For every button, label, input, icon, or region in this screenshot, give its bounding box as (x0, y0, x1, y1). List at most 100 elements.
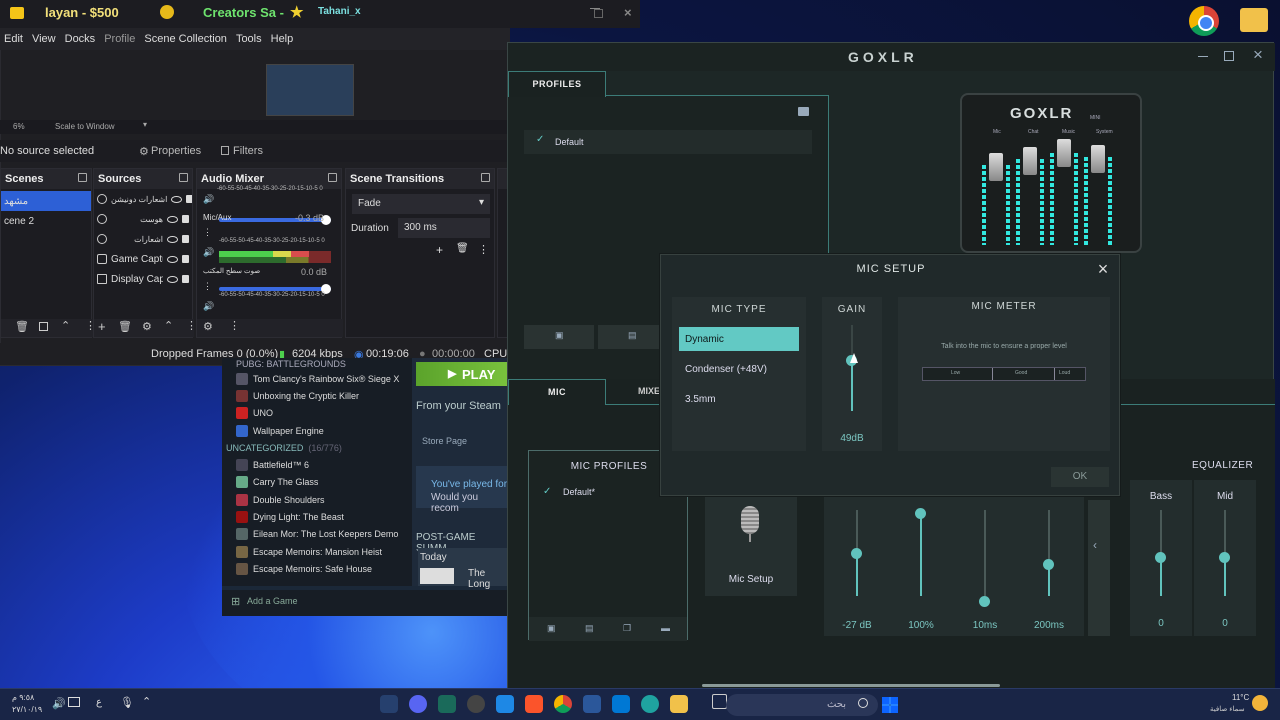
lock-icon[interactable] (186, 195, 192, 203)
gear-icon[interactable]: ⚙ (142, 320, 152, 333)
remove-icon[interactable]: 🗑 (15, 320, 29, 333)
game-item[interactable]: PUBG: BATTLEGROUNDS (222, 358, 412, 370)
eye-icon[interactable] (167, 235, 178, 243)
tab-profiles[interactable]: PROFILES (508, 71, 606, 97)
close-icon[interactable]: × (1253, 45, 1263, 65)
dock-icon[interactable] (179, 173, 188, 182)
dock-icon[interactable] (328, 173, 337, 182)
scroll-left-button[interactable]: ‹ (1088, 500, 1110, 636)
eye-icon[interactable] (167, 255, 178, 263)
chrome-desktop-icon[interactable] (1189, 6, 1219, 36)
menu-help[interactable]: Help (267, 28, 299, 50)
chevron-down-icon[interactable]: ▾ (143, 120, 147, 129)
maximize-icon[interactable] (594, 9, 603, 18)
mic-type-option[interactable]: Dynamic (679, 327, 799, 351)
edge-taskbar-icon[interactable] (641, 695, 659, 713)
speaker-icon[interactable]: 🔊 (203, 247, 214, 258)
menu-view[interactable]: View (28, 28, 61, 50)
goxlr-taskbar-icon[interactable] (438, 695, 456, 713)
mic-setup-button[interactable]: Mic Setup (705, 496, 797, 596)
scale-select[interactable]: Scale to Window (55, 122, 115, 131)
filters-button[interactable]: Filters (233, 145, 263, 157)
source-item[interactable]: Game Capture (94, 249, 192, 269)
store-taskbar-icon[interactable] (612, 695, 630, 713)
moon-icon[interactable] (1252, 695, 1268, 711)
up-icon[interactable]: ⌃ (164, 319, 173, 332)
add-icon[interactable]: + (436, 243, 443, 257)
attack-slider-track[interactable] (984, 510, 986, 596)
play-button[interactable]: ▶ PLAY (416, 362, 508, 386)
eq-slider-knob[interactable] (1219, 552, 1230, 563)
new-profile-button[interactable]: ▤ (598, 325, 668, 349)
release-slider-knob[interactable] (1043, 559, 1054, 570)
source-item[interactable]: هوست (94, 209, 192, 229)
menu-icon[interactable]: ⋮ (478, 243, 489, 256)
close-icon[interactable]: × (1095, 260, 1111, 278)
volume-slider[interactable] (219, 284, 331, 294)
app-taskbar-icon[interactable] (496, 695, 514, 713)
clock-date[interactable]: ٢٧/١٠/١٩ (12, 705, 42, 714)
close-icon[interactable]: × (624, 5, 632, 20)
scene-item[interactable]: cene 2 (1, 211, 91, 231)
mic-type-option[interactable]: 3.5mm (679, 387, 799, 411)
remove-icon[interactable]: 🗑 (456, 243, 469, 254)
transition-select[interactable]: Fade ▾ (352, 194, 490, 214)
menu-profile[interactable]: Profile (100, 28, 140, 50)
tab-mixer[interactable]: MIXE (638, 386, 660, 396)
dock-icon[interactable] (481, 173, 490, 182)
chevron-up-icon[interactable]: ⌃ (142, 695, 151, 708)
properties-button[interactable]: Properties (151, 145, 201, 157)
explorer-taskbar-icon[interactable] (670, 695, 688, 713)
game-item[interactable]: Battlefield™ 6 (222, 456, 412, 473)
lock-icon[interactable] (182, 215, 189, 223)
duration-input[interactable]: 300 ms (398, 218, 490, 238)
speaker-icon[interactable]: 🔊 (203, 301, 214, 312)
maximize-icon[interactable] (1224, 51, 1234, 61)
brave-taskbar-icon[interactable] (525, 695, 543, 713)
minimize-icon[interactable] (1198, 56, 1208, 57)
remove-icon[interactable]: 🗑 (118, 320, 132, 333)
obs-taskbar-icon[interactable] (467, 695, 485, 713)
source-item[interactable]: اشعارات دونيشن (94, 189, 192, 209)
profile-item[interactable]: ✓ Default (524, 130, 812, 154)
game-item[interactable]: UNO (222, 405, 412, 422)
folder-desktop-icon[interactable] (1240, 8, 1268, 32)
game-item[interactable]: Double Shoulders (222, 491, 412, 508)
source-item[interactable]: اشعارات (94, 229, 192, 249)
add-icon[interactable]: + (98, 319, 106, 334)
steam-taskbar-icon[interactable] (380, 695, 398, 713)
gear-icon[interactable]: ⚙ (139, 145, 149, 158)
tab-mic[interactable]: MIC (508, 379, 606, 405)
gear-icon[interactable]: ⚙ (203, 320, 213, 333)
menu-docks[interactable]: Docks (61, 28, 101, 50)
game-item[interactable]: Carry The Glass (222, 474, 412, 491)
up-icon[interactable]: ⌃ (61, 319, 70, 332)
menu-scene-collection[interactable]: Scene Collection (140, 28, 232, 50)
source-item[interactable]: Display Capture (94, 269, 192, 289)
attenuation-slider-knob[interactable] (915, 508, 926, 519)
game-item[interactable]: Wallpaper Engine (222, 422, 412, 439)
menu-tools[interactable]: Tools (232, 28, 267, 50)
lock-icon[interactable] (182, 235, 189, 243)
file-icon[interactable]: ▤ (585, 623, 594, 634)
mic-profile-name[interactable]: Default* (563, 487, 595, 497)
lock-icon[interactable] (182, 275, 189, 283)
eye-icon[interactable] (167, 275, 178, 283)
game-item[interactable]: Tom Clancy's Rainbow Six® Siege X (222, 370, 412, 387)
zoom-level[interactable]: 6% (13, 122, 25, 131)
camera-icon[interactable] (798, 107, 809, 116)
attack-slider-knob[interactable] (979, 596, 990, 607)
clock-time[interactable]: ٩:٥٨ م (12, 693, 34, 702)
word-taskbar-icon[interactable] (583, 695, 601, 713)
gate-slider-knob[interactable] (851, 548, 862, 559)
menu-icon[interactable]: ⋮ (203, 281, 212, 292)
copy-icon[interactable]: ❐ (623, 623, 631, 634)
task-view-icon[interactable] (712, 694, 727, 709)
eye-icon[interactable] (171, 195, 183, 203)
discord-taskbar-icon[interactable] (409, 695, 427, 713)
menu-edit[interactable]: Edit (0, 28, 28, 50)
mic-type-option[interactable]: Condenser (+48V) (679, 357, 799, 381)
eye-icon[interactable] (167, 215, 178, 223)
trash-icon[interactable]: ▬ (661, 623, 670, 633)
dock-icon[interactable] (78, 173, 87, 182)
